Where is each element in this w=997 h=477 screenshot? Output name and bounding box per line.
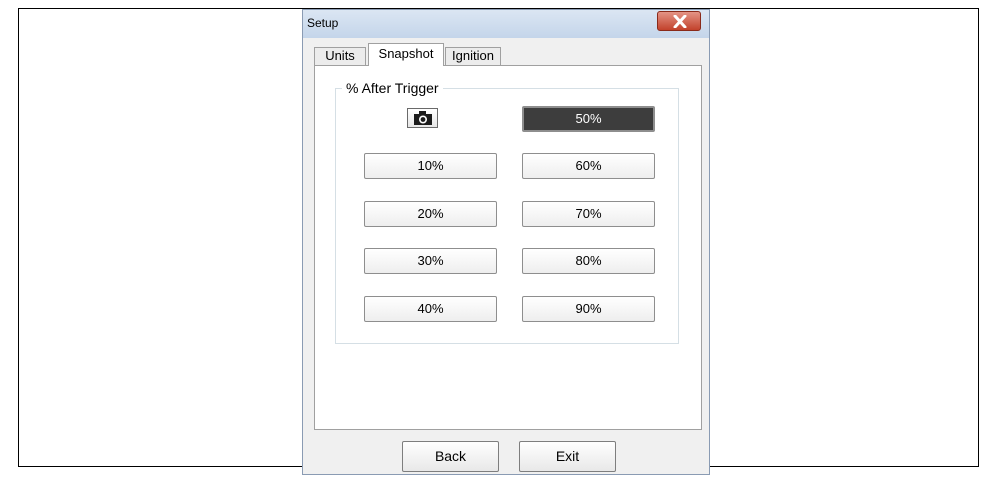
- exit-button[interactable]: Exit: [519, 441, 616, 472]
- percent-70-button[interactable]: 70%: [522, 201, 655, 227]
- camera-icon: [414, 111, 432, 125]
- percent-40-button[interactable]: 40%: [364, 296, 497, 322]
- percent-20-button[interactable]: 20%: [364, 201, 497, 227]
- percent-80-button[interactable]: 80%: [522, 248, 655, 274]
- group-label: % After Trigger: [342, 80, 443, 96]
- percent-90-button[interactable]: 90%: [522, 296, 655, 322]
- close-button[interactable]: [657, 11, 701, 31]
- snapshot-panel: % After Trigger 50% 10% 60% 20% 70% 30% …: [314, 65, 702, 430]
- tab-units[interactable]: Units: [314, 47, 366, 65]
- percent-50-button[interactable]: 50%: [522, 106, 655, 132]
- after-trigger-group: % After Trigger 50% 10% 60% 20% 70% 30% …: [335, 80, 679, 344]
- setup-window: Setup Units Snapshot Ignition % After Tr…: [302, 9, 710, 475]
- percent-30-button[interactable]: 30%: [364, 248, 497, 274]
- percent-60-button[interactable]: 60%: [522, 153, 655, 179]
- tab-snapshot[interactable]: Snapshot: [368, 43, 444, 66]
- back-button[interactable]: Back: [402, 441, 499, 472]
- close-icon: [673, 15, 687, 28]
- snapshot-camera-button[interactable]: [407, 108, 438, 128]
- title-bar: Setup: [303, 10, 709, 38]
- window-title: Setup: [307, 16, 339, 30]
- tab-ignition[interactable]: Ignition: [445, 47, 501, 65]
- percent-10-button[interactable]: 10%: [364, 153, 497, 179]
